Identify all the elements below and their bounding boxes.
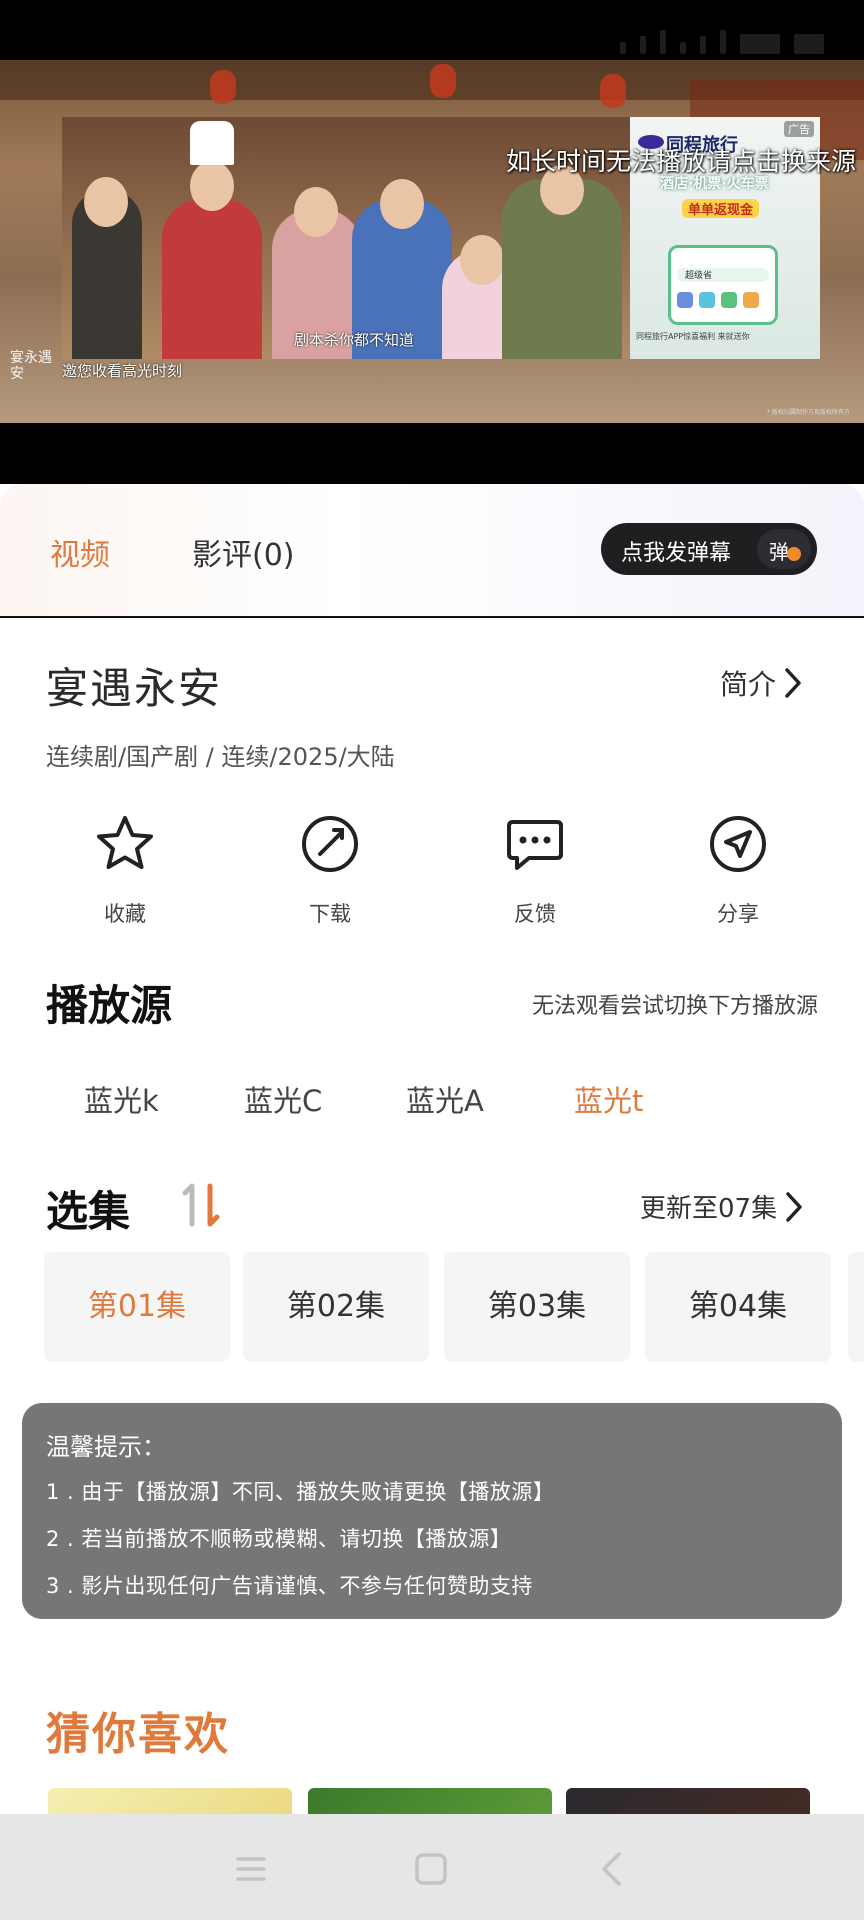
intro-link[interactable]: 简介: [720, 663, 802, 703]
episode-button-1[interactable]: 第01集: [44, 1252, 230, 1362]
tips-title: 温馨提示：: [46, 1433, 166, 1461]
chevron-right-icon: [786, 1191, 802, 1222]
episode-section-title: 选集: [46, 1187, 131, 1236]
system-nav-bar: [0, 1814, 864, 1920]
tips-line-1: 1 . 由于【播放源】不同、播放失败请更换【播放源】: [46, 1480, 555, 1504]
share-button[interactable]: 分享: [678, 812, 798, 928]
video-frame[interactable]: 剧本杀你都不知道 广告 同程旅行 酒店·机票·火车票 单单返现金 超级省 同程旅…: [0, 60, 864, 423]
episode-button-4[interactable]: 第04集: [645, 1252, 831, 1362]
tips-line-3: 3 . 影片出现任何广告请谨慎、不参与任何赞助支持: [46, 1574, 533, 1598]
source-tab-3[interactable]: 蓝光A: [406, 1078, 484, 1120]
danmaku-toggle[interactable]: 弹: [757, 529, 811, 569]
recommend-title: 猜你喜欢: [46, 1709, 230, 1760]
tab-video[interactable]: 视频: [50, 530, 110, 574]
highlight-text: 邀您收看高光时刻: [62, 362, 183, 380]
ad-search-text: 超级省: [685, 271, 713, 281]
ad-tag: 单单返现金: [682, 199, 760, 218]
download-icon: [302, 816, 358, 872]
favorite-label: 收藏: [104, 902, 146, 926]
source-tab-1[interactable]: 蓝光k: [84, 1078, 159, 1120]
episode-button-partial[interactable]: [848, 1252, 864, 1362]
download-label: 下载: [309, 902, 351, 926]
show-meta: 连续剧/国产剧 / 连续/2025/大陆: [46, 743, 395, 771]
source-tab-2[interactable]: 蓝光C: [244, 1078, 322, 1120]
episode-update-label: 更新至07集: [640, 1194, 778, 1224]
show-logo: 宴永遇安: [10, 350, 52, 382]
star-icon: [97, 816, 153, 869]
video-subtitle: 剧本杀你都不知道: [294, 331, 415, 349]
tab-header: 视频 影评(0) 点我发弹幕 弹: [0, 484, 864, 618]
home-icon[interactable]: [406, 1844, 456, 1894]
source-hint: 无法观看尝试切换下方播放源: [531, 994, 818, 1019]
danmaku-label: 点我发弹幕: [621, 541, 732, 566]
sort-icon[interactable]: [182, 1180, 222, 1230]
tab-review[interactable]: 影评(0): [192, 530, 295, 574]
check-icon: [787, 547, 801, 561]
tips-line-2: 2 . 若当前播放不顺畅或模糊、请切换【播放源】: [46, 1527, 512, 1551]
action-row: 收藏 下载 反馈 分享: [0, 812, 864, 932]
feedback-icon: [507, 820, 563, 870]
menu-icon[interactable]: [226, 1844, 276, 1894]
episode-update-link[interactable]: 更新至07集: [640, 1188, 803, 1225]
ad-phone-image: 超级省: [668, 245, 778, 325]
feedback-button[interactable]: 反馈: [475, 812, 595, 928]
favorite-button[interactable]: 收藏: [65, 812, 185, 928]
chevron-right-icon: [785, 668, 801, 698]
intro-label: 简介: [720, 668, 777, 701]
show-title: 宴遇永安: [46, 664, 223, 713]
ad-footer: 同程旅行APP惊喜福利 来就送你: [636, 332, 750, 341]
feedback-label: 反馈: [514, 902, 556, 926]
share-label: 分享: [717, 902, 759, 926]
share-icon: [710, 816, 766, 872]
status-icons: [620, 30, 824, 54]
episode-button-2[interactable]: 第02集: [243, 1252, 429, 1362]
switch-source-notice[interactable]: 如长时间无法播放请点击换来源: [506, 142, 856, 178]
video-player[interactable]: 剧本杀你都不知道 广告 同程旅行 酒店·机票·火车票 单单返现金 超级省 同程旅…: [0, 0, 864, 484]
source-section-title: 播放源: [46, 981, 173, 1030]
download-button[interactable]: 下载: [270, 812, 390, 928]
episode-button-3[interactable]: 第03集: [444, 1252, 630, 1362]
source-tab-4[interactable]: 蓝光t: [574, 1078, 643, 1120]
tips-box: 温馨提示： 1 . 由于【播放源】不同、播放失败请更换【播放源】 2 . 若当前…: [22, 1403, 842, 1619]
copyright-text: * 版权归属制作方及版权所有方: [767, 409, 850, 416]
ad-label: 广告: [784, 121, 814, 137]
status-bar: [0, 0, 864, 60]
danmaku-toggle-label: 弹: [769, 540, 789, 564]
back-icon[interactable]: [588, 1844, 638, 1894]
send-danmaku-button[interactable]: 点我发弹幕 弹: [601, 523, 817, 575]
